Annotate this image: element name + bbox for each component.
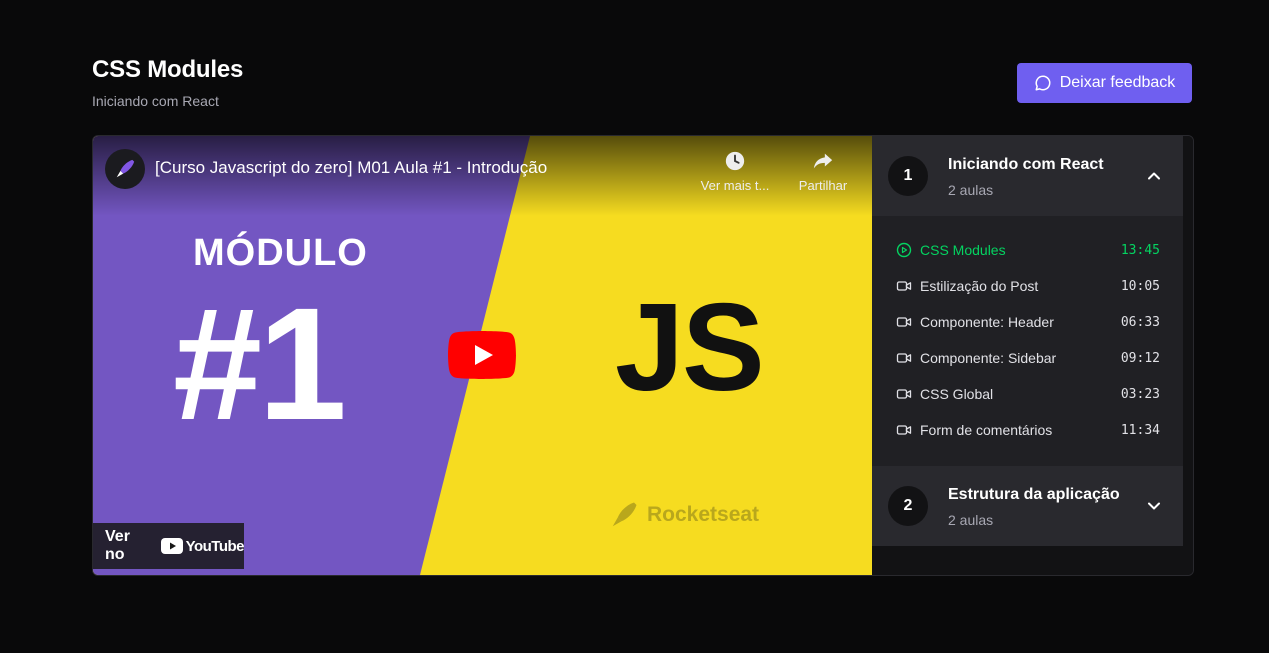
module-number: 2 xyxy=(888,486,928,526)
lesson-title: CSS Global xyxy=(920,386,994,402)
module-title: Iniciando com React xyxy=(948,156,1104,173)
lesson-list: CSS Modules 13:45 Estilização do Post 10… xyxy=(872,216,1183,466)
rocketseat-logo-icon xyxy=(612,502,637,527)
channel-avatar[interactable] xyxy=(105,149,145,189)
watch-on-youtube-button[interactable]: Ver no YouTube xyxy=(93,523,245,569)
lesson-title: CSS Modules xyxy=(920,242,1006,258)
page-subtitle: Iniciando com React xyxy=(92,93,219,109)
video-camera-icon xyxy=(896,281,912,291)
chat-bubble-icon xyxy=(1035,75,1051,91)
video-title[interactable]: [Curso Javascript do zero] M01 Aula #1 -… xyxy=(155,158,547,178)
lesson-item-css-global[interactable]: CSS Global 03:23 xyxy=(896,382,1160,406)
watch-later-button[interactable]: Ver mais t... xyxy=(695,150,775,193)
lesson-duration: 06:33 xyxy=(1120,314,1160,330)
lesson-duration: 13:45 xyxy=(1120,242,1160,258)
video-player[interactable]: [Curso Javascript do zero] M01 Aula #1 -… xyxy=(93,136,872,575)
sidebar-scrollbar[interactable] xyxy=(1183,136,1193,575)
watch-on-label: Ver no xyxy=(105,528,130,563)
lesson-item-estilizacao-post[interactable]: Estilização do Post 10:05 xyxy=(896,274,1160,298)
brand-text: Rocketseat xyxy=(647,503,760,526)
modules-sidebar: 1 Iniciando com React 2 aulas CSS Module… xyxy=(872,136,1183,575)
chevron-down-icon[interactable] xyxy=(1146,498,1162,514)
youtube-label: YouTube xyxy=(185,537,245,555)
lesson-duration: 09:12 xyxy=(1120,350,1160,366)
video-camera-icon xyxy=(896,317,912,327)
watch-later-label: Ver mais t... xyxy=(700,178,770,193)
youtube-logo: YouTube xyxy=(160,537,245,555)
thumbnail-number-text: #1 xyxy=(173,274,347,453)
module-title: Estrutura da aplicação xyxy=(948,486,1120,503)
lesson-title: Form de comentários xyxy=(920,422,1053,438)
module-header-1[interactable]: 1 Iniciando com React 2 aulas xyxy=(872,136,1183,216)
thumbnail-modulo-text: MÓDULO xyxy=(193,232,368,274)
share-label: Partilhar xyxy=(798,178,848,193)
page-title: CSS Modules xyxy=(92,56,244,83)
feedback-button[interactable]: Deixar feedback xyxy=(1017,63,1192,103)
youtube-play-icon xyxy=(160,538,183,554)
lesson-item-css-modules[interactable]: CSS Modules 13:45 xyxy=(896,238,1160,262)
lesson-title: Componente: Sidebar xyxy=(920,350,1057,366)
lesson-title: Componente: Header xyxy=(920,314,1054,330)
module-number: 1 xyxy=(888,156,928,196)
play-circle-icon xyxy=(896,242,912,258)
lesson-title: Estilização do Post xyxy=(920,278,1039,294)
lesson-panel: [Curso Javascript do zero] M01 Aula #1 -… xyxy=(92,135,1194,576)
video-camera-icon xyxy=(896,353,912,363)
module-lesson-count: 2 aulas xyxy=(948,182,994,198)
module-lesson-count: 2 aulas xyxy=(948,512,994,528)
chevron-up-icon[interactable] xyxy=(1146,168,1162,184)
thumbnail-js-text: JS xyxy=(615,279,765,417)
lesson-item-componente-header[interactable]: Componente: Header 06:33 xyxy=(896,310,1160,334)
video-camera-icon xyxy=(896,425,912,435)
share-button[interactable]: Partilhar xyxy=(783,150,863,193)
share-arrow-icon xyxy=(813,153,833,169)
play-button[interactable] xyxy=(448,331,516,379)
module-header-2[interactable]: 2 Estrutura da aplicação 2 aulas xyxy=(872,466,1183,546)
video-camera-icon xyxy=(896,389,912,399)
lesson-duration: 11:34 xyxy=(1120,422,1160,438)
lesson-item-componente-sidebar[interactable]: Componente: Sidebar 09:12 xyxy=(896,346,1160,370)
lesson-item-form-comentarios[interactable]: Form de comentários 11:34 xyxy=(896,418,1160,442)
feedback-label: Deixar feedback xyxy=(1059,74,1176,91)
lesson-duration: 03:23 xyxy=(1120,386,1160,402)
clock-icon xyxy=(725,151,745,171)
lesson-duration: 10:05 xyxy=(1120,278,1160,294)
rocketseat-brand: Rocketseat xyxy=(609,500,759,530)
rocketseat-logo-icon xyxy=(116,159,135,178)
